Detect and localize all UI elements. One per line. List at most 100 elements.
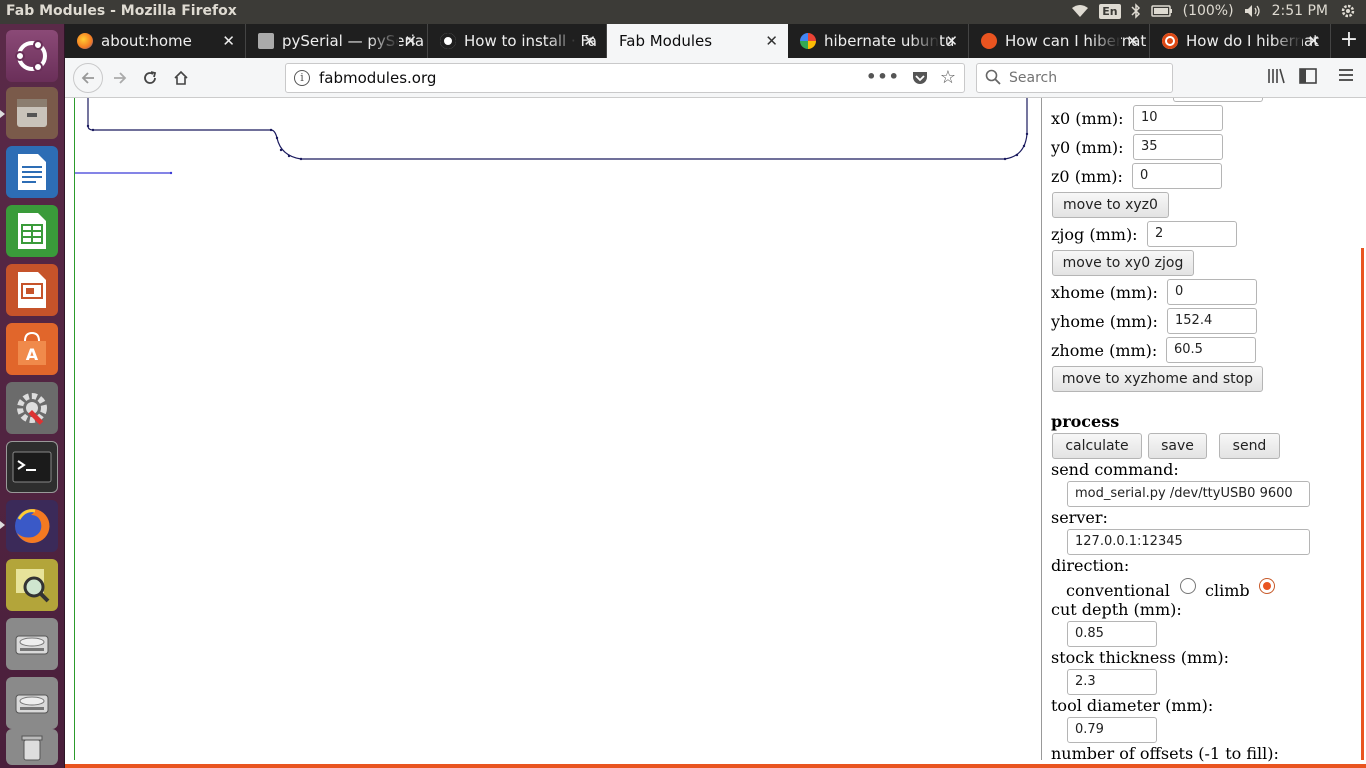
yhome-input[interactable]: 152.4 bbox=[1167, 308, 1257, 334]
search-icon bbox=[985, 69, 1001, 89]
top-panel: Fab Modules - Mozilla Firefox En (100%) … bbox=[0, 0, 1366, 24]
reload-icon[interactable] bbox=[137, 65, 163, 91]
tool-diameter-input[interactable]: 0.79 bbox=[1067, 717, 1157, 743]
url-bar[interactable]: i fabmodules.org ••• ☆ bbox=[285, 63, 965, 93]
climb-label: climb bbox=[1205, 581, 1250, 600]
system-menu-gear-icon[interactable] bbox=[1340, 3, 1356, 23]
url-text[interactable]: fabmodules.org bbox=[319, 69, 436, 87]
close-icon[interactable]: ✕ bbox=[222, 32, 235, 50]
home-icon[interactable] bbox=[168, 65, 194, 91]
scrollbar-thumb[interactable] bbox=[1361, 248, 1364, 760]
system-settings-icon[interactable] bbox=[6, 382, 58, 434]
keyboard-layout-indicator[interactable]: En bbox=[1099, 3, 1121, 19]
tab-how-do-i-hibernate[interactable]: How do I hibernat ✕ bbox=[1150, 24, 1331, 58]
move-to-xy0-zjog-button[interactable]: move to xy0 zjog bbox=[1052, 250, 1194, 276]
terminal-icon[interactable] bbox=[6, 441, 58, 493]
tool-diameter-label: tool diameter (mm): bbox=[1051, 696, 1214, 715]
trash-icon[interactable] bbox=[6, 729, 58, 765]
direction-label: direction: bbox=[1051, 556, 1130, 575]
number-of-offsets-label: number of offsets (-1 to fill): bbox=[1051, 744, 1279, 763]
close-icon[interactable]: ✕ bbox=[1307, 32, 1320, 50]
tab-fade bbox=[548, 24, 578, 58]
files-icon[interactable] bbox=[6, 87, 58, 139]
y0-input[interactable]: 35 bbox=[1133, 134, 1223, 160]
new-tab-plus-icon[interactable]: + bbox=[1336, 28, 1362, 54]
save-button[interactable]: save bbox=[1148, 433, 1207, 459]
system-tray: En (100%) 2:51 PM bbox=[1071, 3, 1328, 19]
calculate-button[interactable]: calculate bbox=[1052, 433, 1142, 459]
software-center-icon[interactable]: A bbox=[6, 323, 58, 375]
page-actions-menu-icon[interactable]: ••• bbox=[866, 67, 900, 90]
libreoffice-impress-icon[interactable] bbox=[6, 264, 58, 316]
tab-pyserial[interactable]: pySerial — pySeria ✕ bbox=[246, 24, 428, 58]
move-to-xyzhome-and-stop-button[interactable]: move to xyzhome and stop bbox=[1052, 366, 1263, 392]
process-heading: process bbox=[1051, 412, 1120, 431]
bluetooth-icon[interactable] bbox=[1131, 3, 1141, 19]
askubuntu-icon bbox=[981, 33, 997, 49]
cut-depth-input[interactable]: 0.85 bbox=[1067, 621, 1157, 647]
pocket-icon[interactable] bbox=[912, 67, 928, 90]
close-icon[interactable]: ✕ bbox=[945, 32, 958, 50]
tab-how-can-i-hibernate[interactable]: How can I hibernat ✕ bbox=[969, 24, 1150, 58]
tab-fade bbox=[1091, 24, 1121, 58]
toolpath-canvas[interactable] bbox=[74, 98, 1041, 760]
image-viewer-icon[interactable] bbox=[6, 559, 58, 611]
move-to-xyz0-button[interactable]: move to xyz0 bbox=[1052, 192, 1169, 218]
page-content: x0 (mm): 10 y0 (mm): 35 z0 (mm): 0 move … bbox=[65, 98, 1366, 768]
send-command-label: send command: bbox=[1051, 460, 1179, 479]
y0-label: y0 (mm): bbox=[1051, 138, 1124, 157]
x0-input[interactable]: 10 bbox=[1133, 105, 1223, 131]
climb-radio[interactable] bbox=[1259, 578, 1275, 594]
battery-icon[interactable] bbox=[1150, 5, 1173, 17]
z0-input[interactable]: 0 bbox=[1132, 163, 1222, 189]
tab-hibernate-ubuntu[interactable]: hibernate ubuntu ✕ bbox=[788, 24, 969, 58]
clock[interactable]: 2:51 PM bbox=[1272, 3, 1328, 19]
close-icon[interactable]: ✕ bbox=[404, 32, 417, 50]
wifi-icon[interactable] bbox=[1071, 4, 1089, 18]
library-icon[interactable] bbox=[1267, 67, 1285, 89]
search-bar[interactable]: Search bbox=[976, 63, 1173, 93]
tab-about-home[interactable]: about:home ✕ bbox=[65, 24, 246, 58]
send-command-input[interactable]: mod_serial.py /dev/ttyUSB0 9600 bbox=[1067, 481, 1310, 507]
navigation-toolbar: i fabmodules.org ••• ☆ Search bbox=[65, 58, 1366, 98]
vertical-scrollbar[interactable] bbox=[1353, 98, 1366, 760]
drive-icon[interactable] bbox=[6, 618, 58, 670]
xhome-input[interactable]: 0 bbox=[1167, 279, 1257, 305]
volume-icon[interactable] bbox=[1244, 4, 1262, 18]
firefox-icon bbox=[77, 33, 93, 49]
github-icon bbox=[440, 33, 456, 49]
hamburger-menu-icon[interactable] bbox=[1338, 67, 1354, 87]
search-placeholder: Search bbox=[1009, 70, 1058, 86]
forward-arrow-icon[interactable] bbox=[107, 65, 133, 91]
close-icon[interactable]: ✕ bbox=[765, 32, 778, 50]
drive-icon[interactable] bbox=[6, 677, 58, 729]
sidebar-icon[interactable] bbox=[1299, 67, 1317, 89]
libreoffice-writer-icon[interactable] bbox=[6, 146, 58, 198]
stock-thickness-input[interactable]: 2.3 bbox=[1067, 669, 1157, 695]
tab-fab-modules[interactable]: Fab Modules ✕ bbox=[607, 24, 788, 58]
yhome-label: yhome (mm): bbox=[1051, 312, 1158, 331]
bookmark-star-icon[interactable]: ☆ bbox=[940, 67, 956, 90]
zjog-label: zjog (mm): bbox=[1051, 225, 1138, 244]
libreoffice-calc-icon[interactable] bbox=[6, 205, 58, 257]
zjog-input[interactable]: 2 bbox=[1147, 221, 1237, 247]
tab-how-to-install[interactable]: How to install · Fa ✕ bbox=[428, 24, 607, 58]
docs-icon bbox=[258, 33, 274, 49]
tab-fade bbox=[1272, 24, 1302, 58]
back-arrow-icon[interactable] bbox=[73, 63, 103, 93]
zhome-input[interactable]: 60.5 bbox=[1166, 337, 1256, 363]
ubuntu-dash-icon[interactable] bbox=[6, 30, 58, 82]
close-icon[interactable]: ✕ bbox=[1126, 32, 1139, 50]
server-input[interactable]: 127.0.0.1:12345 bbox=[1067, 529, 1310, 555]
running-indicator bbox=[0, 521, 5, 529]
partial-input[interactable] bbox=[1173, 98, 1263, 102]
send-button[interactable]: send bbox=[1219, 433, 1280, 459]
svg-text:A: A bbox=[26, 345, 39, 364]
conventional-radio[interactable] bbox=[1180, 578, 1196, 594]
horizontal-scrollbar[interactable] bbox=[65, 764, 1366, 768]
site-info-icon[interactable]: i bbox=[294, 70, 310, 86]
server-label: server: bbox=[1051, 508, 1108, 527]
firefox-launcher-icon[interactable] bbox=[6, 500, 58, 552]
close-icon[interactable]: ✕ bbox=[583, 32, 596, 50]
z0-label: z0 (mm): bbox=[1051, 167, 1123, 186]
